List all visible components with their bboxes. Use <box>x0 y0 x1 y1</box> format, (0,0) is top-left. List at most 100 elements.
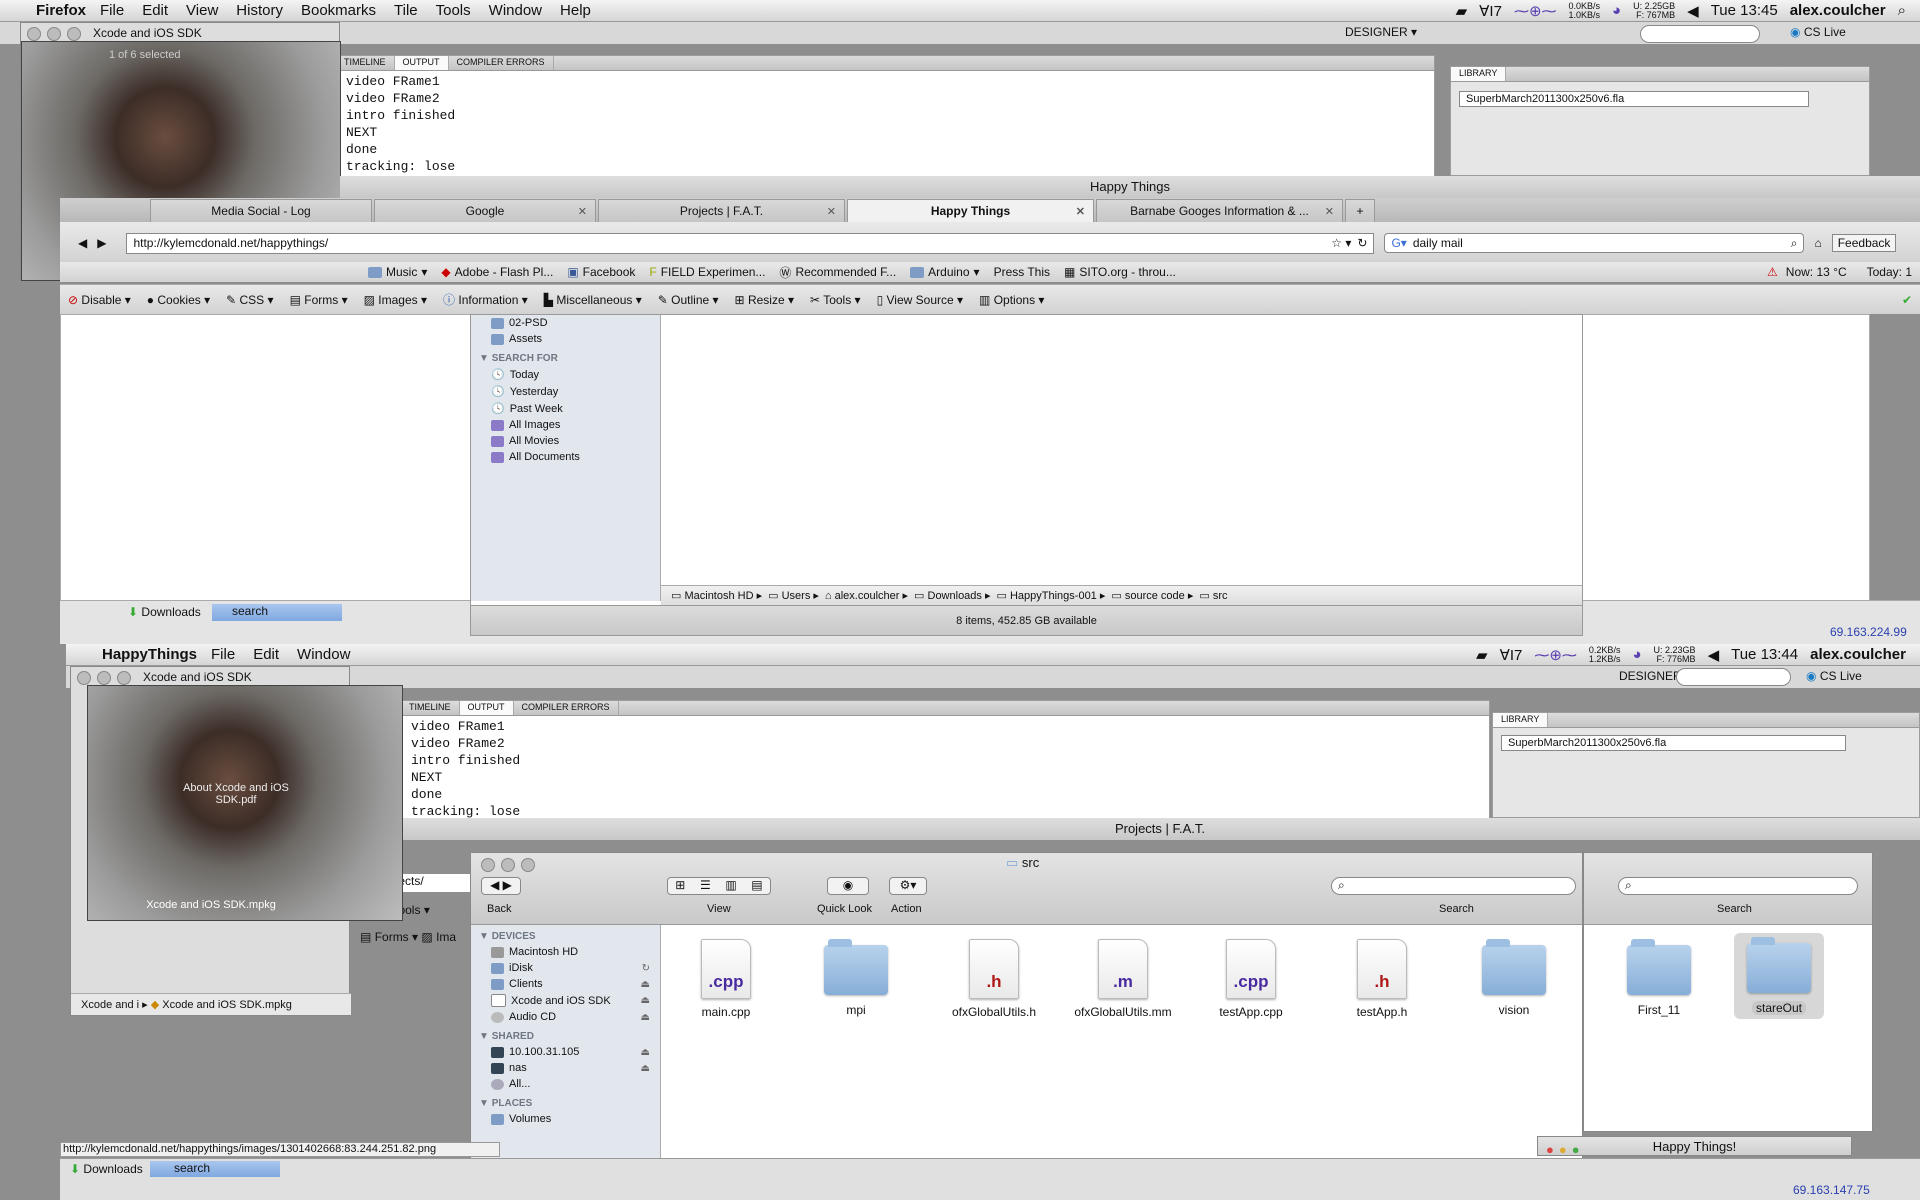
chat-icon[interactable]: ▰ <box>1456 2 1468 20</box>
eject-icon[interactable]: ⏏ <box>641 979 650 990</box>
zoom-button[interactable] <box>67 27 81 41</box>
downloads-tab[interactable]: ⬇ Downloads <box>128 605 201 619</box>
bookmark-press-this[interactable]: Press This <box>994 265 1050 279</box>
webdev-miscellaneous[interactable]: ▙ Miscellaneous ▾ <box>544 293 642 307</box>
menu-window[interactable]: Window <box>297 646 350 663</box>
cs-live[interactable]: ◉ CS Live <box>1806 669 1862 683</box>
sync-icon[interactable]: ↻ <box>642 963 650 974</box>
close-button[interactable] <box>481 858 495 872</box>
minimize-button[interactable] <box>47 27 61 41</box>
webdev-images[interactable]: ▨ Images ▾ <box>364 293 427 307</box>
close-icon[interactable]: ✕ <box>1076 205 1085 218</box>
new-tab-button[interactable]: + <box>1345 199 1375 222</box>
adobe-icon[interactable]: ⱯI7 <box>1479 2 1502 20</box>
sidebar-item-all[interactable]: All... <box>471 1076 660 1092</box>
path-user-home[interactable]: ⌂ alex.coulcher ▸ <box>825 589 908 602</box>
home-icon[interactable]: ⌂ <box>1814 236 1821 250</box>
action-button[interactable]: ⚙▾ <box>889 877 927 895</box>
app-name[interactable]: HappyThings <box>102 646 197 663</box>
tab-output[interactable]: OUTPUT <box>459 701 514 715</box>
adobe-icon[interactable]: ⱯI7 <box>1500 646 1523 664</box>
path-source-code[interactable]: ▭ source code ▸ <box>1111 589 1193 602</box>
tab-timeline[interactable]: TIMELINE <box>401 701 460 715</box>
bookmark-facebook[interactable]: ▣ Facebook <box>567 265 635 279</box>
sidebar-item-all-documents[interactable]: All Documents <box>471 449 660 465</box>
workspace-switcher[interactable]: DESIGNER ▾ <box>1345 25 1417 39</box>
sidebar-item-assets[interactable]: Assets <box>471 331 660 347</box>
app-name[interactable]: Firefox <box>36 2 86 19</box>
bookmark-sito[interactable]: ▦ SITO.org - throu... <box>1064 265 1176 279</box>
close-icon[interactable]: ✕ <box>578 205 587 218</box>
close-icon[interactable]: ✕ <box>1325 205 1334 218</box>
webdev-resize[interactable]: ⊞ Resize ▾ <box>735 293 794 307</box>
minimize-button[interactable] <box>501 858 515 872</box>
webdev-disable[interactable]: ⊘ Disable ▾ <box>68 293 131 307</box>
path-src[interactable]: ▭ src <box>1199 589 1227 602</box>
star-icon[interactable]: ☆ ▾ <box>1331 236 1351 250</box>
file-testapp-h[interactable]: .h testApp.h <box>1337 939 1427 1019</box>
tab-library[interactable]: LIBRARY <box>1451 67 1507 81</box>
sidebar-item-nas[interactable]: nas ⏏ <box>471 1060 660 1076</box>
finder-search-input[interactable]: ⌕ <box>1331 877 1576 895</box>
chat-icon[interactable]: ▰ <box>1476 646 1488 664</box>
back-icon[interactable]: ◀ <box>78 236 87 250</box>
close-icon[interactable]: ✕ <box>827 205 836 218</box>
sidebar-item-clients[interactable]: Clients ⏏ <box>471 976 660 992</box>
eject-icon[interactable]: ⏏ <box>641 1047 650 1058</box>
menu-window[interactable]: Window <box>489 2 542 19</box>
sidebar-item-past-week[interactable]: 🕓 Past Week <box>471 400 660 417</box>
sidebar-item-today[interactable]: 🕓 Today <box>471 366 660 383</box>
path-downloads[interactable]: ▭ Downloads ▸ <box>914 589 990 602</box>
bookmark-recommended[interactable]: Ⓦ Recommended F... <box>779 264 896 281</box>
file-mpi[interactable]: mpi <box>811 939 901 1017</box>
feedback-button[interactable]: Feedback <box>1831 234 1897 252</box>
user-name[interactable]: alex.coulcher <box>1810 646 1906 663</box>
file-main-cpp[interactable]: .cpp main.cpp <box>681 939 771 1019</box>
file-ofxglobalutils-mm[interactable]: .m ofxGlobalUtils.mm <box>1063 939 1183 1019</box>
path-users[interactable]: ▭ Users ▸ <box>768 589 819 602</box>
bookmark-arduino[interactable]: Arduino ▾ <box>910 265 980 279</box>
sidebar-item-xcode-sdk[interactable]: Xcode and iOS SDK ⏏ <box>471 992 660 1009</box>
webdev-tools[interactable]: ✂ Tools ▾ <box>810 293 861 307</box>
sidebar-item-yesterday[interactable]: 🕓 Yesterday <box>471 383 660 400</box>
sidebar-item-volumes[interactable]: Volumes <box>471 1111 660 1127</box>
menu-file[interactable]: File <box>211 646 235 663</box>
menu-help[interactable]: Help <box>560 2 591 19</box>
tab-library[interactable]: LIBRARY <box>1493 713 1549 727</box>
spotlight-icon[interactable]: ⌕ <box>1898 2 1906 19</box>
back-forward-buttons[interactable]: ◀ ▶ <box>481 877 521 895</box>
user-name[interactable]: alex.coulcher <box>1790 2 1886 19</box>
quick-look-button[interactable]: ◉ <box>827 877 869 895</box>
menu-edit[interactable]: Edit <box>253 646 279 663</box>
file-vision[interactable]: vision <box>1469 939 1559 1017</box>
menu-view[interactable]: View <box>186 2 218 19</box>
coverflow-view-icon[interactable]: ▤ <box>751 878 762 894</box>
webdev-view-source[interactable]: ▯ View Source ▾ <box>877 293 963 307</box>
find-field[interactable]: search <box>212 604 342 621</box>
tab-timeline[interactable]: TIMELINE <box>336 56 395 70</box>
reload-icon[interactable]: ↻ <box>1357 236 1367 250</box>
weather-now[interactable]: Now: 13 °C <box>1786 265 1847 279</box>
library-file-select[interactable]: SuperbMarch2011300x250v6.fla <box>1459 91 1809 107</box>
menu-tools[interactable]: Tools <box>436 2 471 19</box>
minimize-button[interactable] <box>97 671 111 685</box>
webdev-information[interactable]: ⓘ Information ▾ <box>443 291 528 308</box>
file-stareout[interactable]: stareOut <box>1734 933 1824 1019</box>
downloads-tab[interactable]: ⬇ Downloads <box>70 1162 143 1176</box>
path-macintosh-hd[interactable]: ▭ Macintosh HD ▸ <box>671 589 762 602</box>
zoom-button[interactable] <box>117 671 131 685</box>
menu-tile[interactable]: Tile <box>394 2 418 19</box>
cs-live[interactable]: ◉ CS Live <box>1790 25 1846 39</box>
finder-right-search-input[interactable]: ⌕ <box>1618 877 1858 895</box>
volume-icon[interactable]: ◀ <box>1708 646 1720 664</box>
close-button[interactable]: ● <box>1546 1140 1554 1160</box>
find-field[interactable]: search <box>150 1161 280 1177</box>
xcode-file-pdf[interactable]: About Xcode and iOS SDK.pdf <box>166 782 306 806</box>
weather-today[interactable]: Today: 1 <box>1867 265 1912 279</box>
eject-icon[interactable]: ⏏ <box>641 1063 650 1074</box>
webdev-outline[interactable]: ✎ Outline ▾ <box>658 293 719 307</box>
tab-barnabe-googes[interactable]: Barnabe Googes Information & ... ✕ <box>1096 199 1343 222</box>
eject-icon[interactable]: ⏏ <box>641 995 650 1006</box>
flash-search-input[interactable] <box>1640 25 1760 43</box>
tab-projects-fat[interactable]: Projects | F.A.T. ✕ <box>598 199 845 222</box>
